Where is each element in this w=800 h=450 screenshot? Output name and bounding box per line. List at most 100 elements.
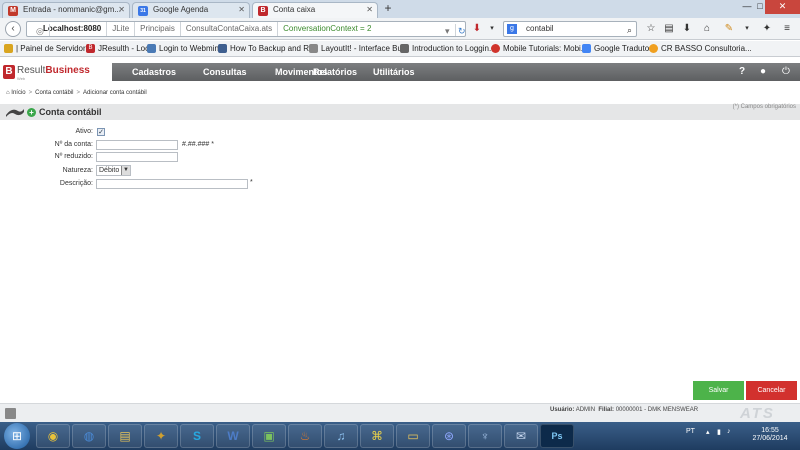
python-icon[interactable]: ⌘ [360,424,394,448]
image-viewer-icon[interactable]: ▣ [252,424,286,448]
volume-icon[interactable]: ♪ [727,428,731,435]
explorer-icon[interactable]: ▤ [108,424,142,448]
menu-icon[interactable]: ≡ [780,22,794,36]
tab-gmail[interactable]: M Entrada - nommanic@gm... ✕ [2,2,130,18]
tab-google-agenda[interactable]: 31 Google Agenda ✕ [132,2,250,18]
language-indicator[interactable]: PT [686,428,695,435]
maximize-button[interactable]: □ [755,0,765,14]
logo-brand-bold: Business [45,65,90,76]
search-icon[interactable]: ⌕ [627,23,632,37]
numero-reduzido-input[interactable] [96,152,178,162]
network-icon[interactable]: ⊛ [432,424,466,448]
logo-mark: B [3,65,15,79]
logo-text: ResultBusiness [17,65,90,76]
user-icon[interactable]: ● [757,66,769,78]
search-input[interactable]: g contabil ⌕ [503,21,637,37]
natureza-label: Natureza: [62,167,93,174]
addon-icon[interactable]: ⬇ [470,22,484,36]
page-icon [400,44,409,53]
branch-label: Filial: [598,407,615,413]
menu-utilitarios[interactable]: Utilitários [373,63,415,81]
layoutit-icon [309,44,318,53]
google-translate-icon [582,44,591,53]
close-icon[interactable]: ✕ [118,5,125,14]
new-tab-button[interactable]: + [381,2,395,16]
crbasso-icon [649,44,658,53]
media-icon[interactable]: ♫ [324,424,358,448]
brand-swoosh-icon [6,109,24,117]
bookmark-item[interactable]: Google Tradutor [582,43,652,55]
help-icon[interactable]: ? [736,66,748,78]
google-calendar-icon: 31 [138,6,148,16]
power-icon[interactable]: ⏻ [780,66,792,78]
clock-time: 16:55 [761,427,779,434]
home-icon[interactable]: ⌂ [700,22,714,36]
close-icon[interactable]: ✕ [238,5,245,14]
natureza-select[interactable]: Débito ▼ [96,165,131,176]
menu-cadastros[interactable]: Cadastros [132,63,176,81]
breadcrumb-separator: > [28,90,33,96]
descricao-required-mark: * [250,179,253,186]
save-button[interactable]: Salvar [693,381,744,400]
url-segment: JLite [107,22,136,36]
bookmark-label: Mobile Tutorials: Mobi... [503,44,588,53]
calculator-icon[interactable] [5,408,16,419]
breadcrumb-separator: > [76,90,81,96]
firefox-icon[interactable]: ◍ [72,424,106,448]
breadcrumb-current: Adicionar conta contábil [83,90,147,96]
descricao-input[interactable] [96,179,248,189]
chevron-down-icon[interactable]: ▾ [485,22,499,36]
windows-taskbar: ⊞ ◉ ◍ ▤ ✦ S W ▣ ♨ ♫ ⌘ ▭ ⊛ ♆ ✉ Ps PT ▴ ▮ … [0,422,800,450]
cancel-button[interactable]: Cancelar [746,381,797,400]
skype-icon[interactable]: S [180,424,214,448]
folder-icon[interactable]: ▭ [396,424,430,448]
word-icon[interactable]: W [216,424,250,448]
java-icon[interactable]: ♨ [288,424,322,448]
tray-expand-icon[interactable]: ▴ [706,428,710,436]
breadcrumb-conta-contabil[interactable]: Conta contábil [35,90,73,96]
google-icon: g [507,24,517,34]
system-clock[interactable]: 16:55 27/06/2014 [747,427,793,443]
numero-conta-input[interactable] [96,140,178,150]
bookmark-item[interactable]: Login to Webmin [147,43,219,55]
menu-relatorios[interactable]: Relatórios [313,63,357,81]
mobile-tutorials-icon [491,44,500,53]
bookmark-item[interactable]: Introduction to Loggin... [400,43,496,55]
chevron-down-icon[interactable]: ▾ [740,22,754,36]
page-icon [218,44,227,53]
thunderbird-icon[interactable]: ✉ [504,424,538,448]
bookmark-item[interactable]: CR BASSO Consultoria... [649,43,752,55]
bookmark-item[interactable]: Mobile Tutorials: Mobi... [491,43,587,55]
ativo-checkbox[interactable]: ✓ [97,128,105,136]
home-icon[interactable]: ⌂ [6,90,10,96]
gmail-icon: M [8,6,18,16]
webmin-icon [147,44,156,53]
downloads-icon[interactable]: ⬇ [680,22,694,36]
bookmarks-list-icon[interactable]: ▤ [662,22,676,36]
breadcrumb-home[interactable]: Início [11,90,25,96]
menu-consultas[interactable]: Consultas [203,63,247,81]
bookmark-item[interactable]: LayoutIt! - Interface Bu... [309,43,409,55]
bookmark-star-icon[interactable]: ☆ [644,22,658,36]
addon-icon[interactable]: ✎ [722,22,736,36]
bookmark-item[interactable]: How To Backup and R... [218,43,316,55]
game-icon[interactable]: ✦ [144,424,178,448]
tab-conta-caixa[interactable]: B Conta caixa ✕ [252,2,378,18]
chevron-down-icon: ▼ [121,166,130,175]
address-bar[interactable]: ◎ Localhost:8080 JLite Principais ConsultaC… [26,21,466,37]
network-tray-icon[interactable]: ▮ [717,428,721,436]
bookmark-item[interactable]: B JResulth - Local [86,43,155,55]
back-button[interactable]: ‹ [5,21,21,37]
postgres-icon[interactable]: ♆ [468,424,502,448]
close-icon[interactable]: ✕ [366,5,373,14]
photoshop-icon[interactable]: Ps [540,424,574,448]
window-close-button[interactable]: ✕ [765,0,800,14]
start-button[interactable]: ⊞ [4,423,30,449]
breadcrumb: ⌂ Início > Conta contábil > Adicionar conta … [6,90,147,96]
bookmarks-toolbar: | Painel de Servidores B JResulth - Local… [0,41,800,57]
extension-icon[interactable]: ✦ [760,22,774,36]
chrome-icon[interactable]: ◉ [36,424,70,448]
bookmark-item[interactable]: | Painel de Servidores [4,43,94,55]
browser-navigation-bar: ‹ ◎ Localhost:8080 JLite Principais Consult… [0,18,800,40]
reload-icon[interactable]: ↻ [453,24,465,36]
